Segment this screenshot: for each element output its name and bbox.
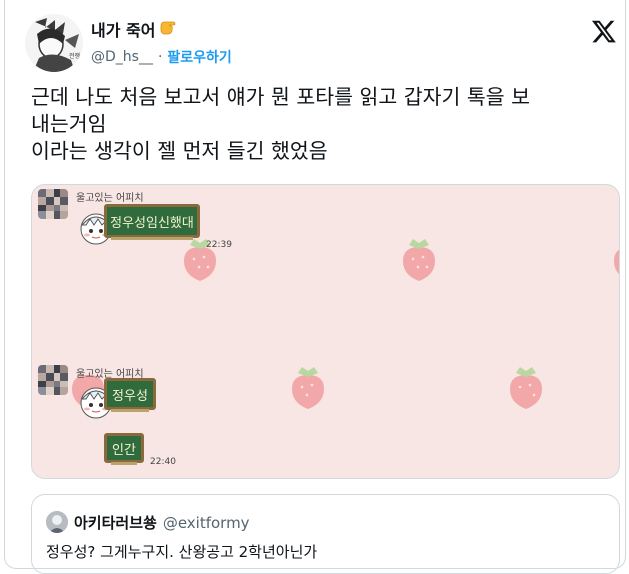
follow-button[interactable]: 팔로우하기	[167, 47, 231, 67]
quoted-author-handle[interactable]: @exitformy	[163, 514, 250, 532]
strawberry-icon	[292, 367, 324, 409]
strawberry-icon	[403, 239, 435, 281]
tweet-text: 근데 나도 처음 보고서 얘가 뭔 포타를 읽고 갑자기 톡을 보 내는거임 이…	[31, 84, 621, 165]
tweet-line: 이라는 생각이 젤 먼저 들긴 했었음	[31, 139, 328, 163]
author-handle[interactable]: @D_hs__	[91, 49, 153, 65]
chat-timestamp: 22:39	[206, 240, 232, 250]
chat-bubble: 정우성	[104, 378, 156, 412]
strawberry-icon	[614, 249, 619, 275]
chat-bubble-text: 정우성	[112, 388, 148, 404]
quoted-author-avatar[interactable]	[46, 511, 68, 533]
x-logo-icon[interactable]	[591, 18, 617, 44]
quoted-author: 아키타러브쑝 @exitformy	[74, 512, 250, 533]
meta-separator: ·	[157, 49, 163, 65]
media-image[interactable]: 울고있는 어피치 정우성임신했대 22:39 울고있는 어피치 정우성 인간 2…	[31, 184, 620, 479]
chat-bubble: 인간	[104, 433, 144, 465]
tweet-line: 내는거임	[31, 112, 107, 136]
blurred-profile-picture	[38, 189, 68, 219]
svg-text:전쟁: 전쟁	[69, 52, 80, 60]
quoted-author-name[interactable]: 아키타러브쑝	[74, 512, 157, 533]
quoted-tweet-text: 정우성? 그게누구지. 산왕공고 2학년아닌가	[46, 543, 318, 561]
blurred-profile-picture	[38, 365, 68, 395]
chat-bubble-text: 인간	[112, 442, 136, 458]
author-name[interactable]: 내가 죽어	[91, 17, 179, 41]
author-display-name[interactable]: 내가 죽어	[91, 17, 155, 41]
tweet-line: 근데 나도 처음 보고서 얘가 뭔 포타를 읽고 갑자기 톡을 보	[31, 85, 530, 109]
chat-bubble: 정우성임신했대	[104, 204, 200, 240]
pointing-hand-icon	[159, 18, 179, 40]
chat-bubble-text: 정우성임신했대	[110, 215, 194, 231]
author-avatar[interactable]: 전쟁	[25, 14, 83, 72]
author-meta: @D_hs__ · 팔로우하기	[91, 47, 232, 67]
chat-sender-name: 울고있는 어피치	[76, 193, 144, 204]
strawberry-icon	[510, 367, 542, 409]
tweet-card: 전쟁 내가 죽어 @D_hs__ · 팔로우하기 근데 나도 처음 보고서 얘가…	[4, 0, 626, 574]
chat-timestamp: 22:40	[150, 457, 176, 467]
quoted-tweet[interactable]: 아키타러브쑝 @exitformy 정우성? 그게누구지. 산왕공고 2학년아닌…	[31, 494, 620, 574]
